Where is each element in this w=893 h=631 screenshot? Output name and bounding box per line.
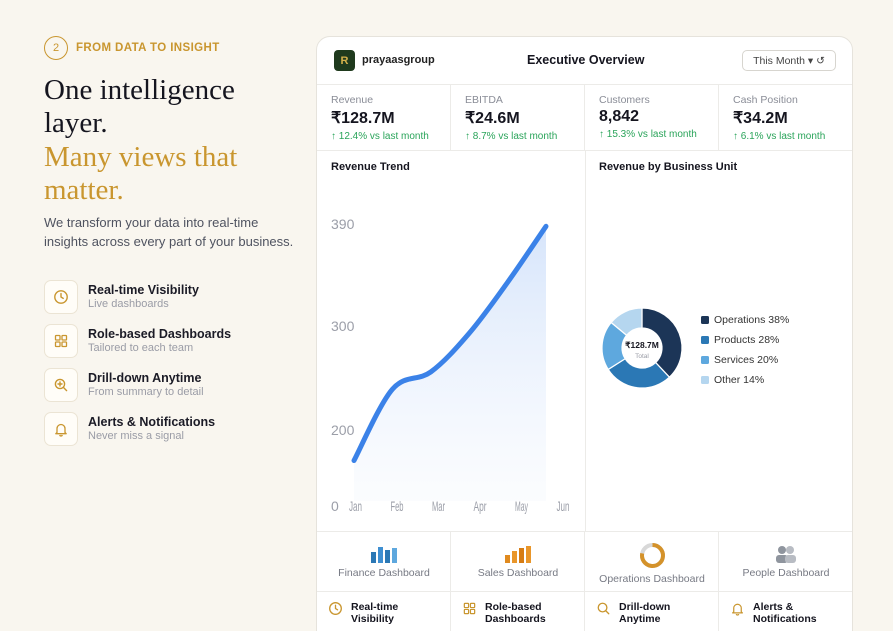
bell-icon [44, 412, 78, 446]
legend-item-other: Other 14% [701, 374, 764, 386]
kpi-cash-position[interactable]: Cash Position ₹34.2M ↑ 6.1% vs last mont… [719, 85, 852, 151]
legend-item-services: Services 20% [701, 354, 778, 366]
step-label: FROM DATA TO INSIGHT [76, 42, 220, 54]
heading-accent: Many views that matter. [44, 141, 238, 206]
kpi-label: Cash Position [733, 94, 798, 106]
dashboard-card: R prayaasgroup Executive Overview This M… [316, 36, 853, 631]
feature-drill-down: Drill-down Anytime From summary to detai… [44, 368, 204, 402]
bottom-feature-alerts[interactable]: Alerts & Notifications [719, 591, 852, 631]
period-select[interactable]: This Month ▾ ↺ [742, 50, 836, 71]
kpi-delta: ↑ 8.7% vs last month [465, 131, 558, 142]
legend-label: Other 14% [714, 374, 765, 386]
kpi-delta: ↑ 6.1% vs last month [733, 131, 826, 142]
panel-divider [585, 151, 586, 531]
bottom-feature-drill-down[interactable]: Drill-down Anytime [585, 591, 719, 631]
x-tick-label: Apr [474, 498, 487, 514]
sales-dashboard-tile[interactable]: Sales Dashboard [451, 531, 585, 591]
donut-center-value: ₹128.7M [625, 340, 659, 350]
search-icon [596, 601, 611, 621]
bottom-feature-label: Alerts & Notifications [753, 601, 817, 625]
lead-text: We transform your data into real-time in… [44, 215, 294, 249]
step-number: 2 [44, 36, 68, 60]
revenue-trend-chart[interactable]: 0 200 300 390 Jan Feb Mar Apr May Jun [317, 151, 585, 531]
brand-logo: R [334, 50, 355, 71]
y-tick-label: 390 [331, 216, 355, 232]
x-tick-label: Jun [557, 498, 570, 514]
grid-icon [462, 601, 477, 621]
x-tick-label: Feb [391, 498, 404, 514]
feature-title: Role-based Dashboards [88, 327, 232, 341]
feature-role-based: Role-based Dashboards Tailored to each t… [44, 324, 231, 358]
y-tick-label: 200 [331, 422, 355, 438]
finance-dashboard-tile[interactable]: Finance Dashboard [317, 531, 451, 591]
kpi-value: 8,842 [599, 108, 640, 125]
operations-dashboard-tile[interactable]: Operations Dashboard [585, 531, 719, 591]
legend-label: Products 28% [714, 334, 780, 346]
legend-label: Services 20% [714, 354, 779, 366]
brand-name: prayaasgroup [362, 54, 435, 66]
people-dashboard-tile[interactable]: People Dashboard [719, 531, 852, 591]
kpi-label: EBITDA [465, 94, 503, 106]
legend-item-products: Products 28% [701, 334, 779, 346]
bottom-feature-role-based[interactable]: Role-based Dashboards [451, 591, 585, 631]
legend-swatch [701, 316, 709, 324]
feature-title: Drill-down Anytime [88, 371, 202, 385]
y-tick-label: 0 [331, 498, 339, 514]
kpi-label: Revenue [331, 94, 374, 106]
bell-icon [730, 601, 745, 621]
feature-subtitle: Live dashboards [88, 298, 169, 310]
x-tick-label: Mar [432, 498, 445, 514]
legend-swatch [701, 356, 709, 364]
clock-icon [44, 280, 78, 314]
kpi-revenue[interactable]: Revenue ₹128.7M ↑ 12.4% vs last month [317, 85, 451, 151]
kpi-delta: ↑ 12.4% vs last month [331, 131, 429, 142]
bar-chart-icon [317, 545, 451, 563]
legend-item-operations: Operations 38% [701, 314, 789, 326]
kpi-value: ₹128.7M [331, 110, 395, 127]
kpi-value: ₹34.2M [733, 110, 788, 127]
dashboard-title: Executive Overview [527, 53, 645, 67]
bottom-feature-label: Real-time Visibility [351, 601, 399, 625]
feature-subtitle: From summary to detail [88, 386, 204, 398]
x-tick-label: Jan [349, 498, 362, 514]
legend-swatch [701, 336, 709, 344]
people-icon [719, 545, 852, 563]
feature-title: Real-time Visibility [88, 283, 199, 297]
dashboard-label: Sales Dashboard [477, 567, 559, 579]
dashboard-label: Operations Dashboard [599, 573, 705, 585]
dashboard-header: R prayaasgroup Executive Overview This M… [317, 37, 852, 85]
donut-center-label: Total [635, 353, 649, 360]
feature-subtitle: Never miss a signal [88, 430, 184, 442]
section-step: 2 FROM DATA TO INSIGHT [44, 36, 220, 60]
y-tick-label: 300 [331, 318, 355, 334]
x-tick-label: May [515, 498, 528, 514]
bottom-feature-label: Role-based Dashboards [485, 601, 546, 625]
zoom-in-icon [44, 368, 78, 402]
dashboard-label: Finance Dashboard [338, 567, 430, 579]
bar-chart-icon [451, 545, 585, 563]
legend-swatch [701, 376, 709, 384]
heading-primary: One intelligence layer. [44, 74, 235, 139]
clock-icon [328, 601, 343, 621]
feature-subtitle: Tailored to each team [88, 342, 194, 354]
bottom-feature-label: Drill-down Anytime [619, 601, 671, 625]
kpi-ebitda[interactable]: EBITDA ₹24.6M ↑ 8.7% vs last month [451, 85, 585, 151]
kpi-value: ₹24.6M [465, 110, 520, 127]
dashboard-label: People Dashboard [742, 567, 830, 579]
kpi-delta: ↑ 15.3% vs last month [599, 129, 697, 140]
legend-label: Operations 38% [714, 314, 790, 326]
kpi-customers[interactable]: Customers 8,842 ↑ 15.3% vs last month [585, 85, 719, 151]
business-unit-title: Revenue by Business Unit [599, 161, 738, 173]
feature-alerts: Alerts & Notifications Never miss a sign… [44, 412, 215, 446]
kpi-label: Customers [599, 94, 650, 106]
feature-realtime: Real-time Visibility Live dashboards [44, 280, 199, 314]
business-unit-donut[interactable]: ₹128.7M Total [599, 305, 685, 391]
feature-title: Alerts & Notifications [88, 415, 216, 429]
grid-icon [44, 324, 78, 358]
bottom-feature-realtime[interactable]: Real-time Visibility [317, 591, 451, 631]
donut-icon [585, 542, 719, 569]
